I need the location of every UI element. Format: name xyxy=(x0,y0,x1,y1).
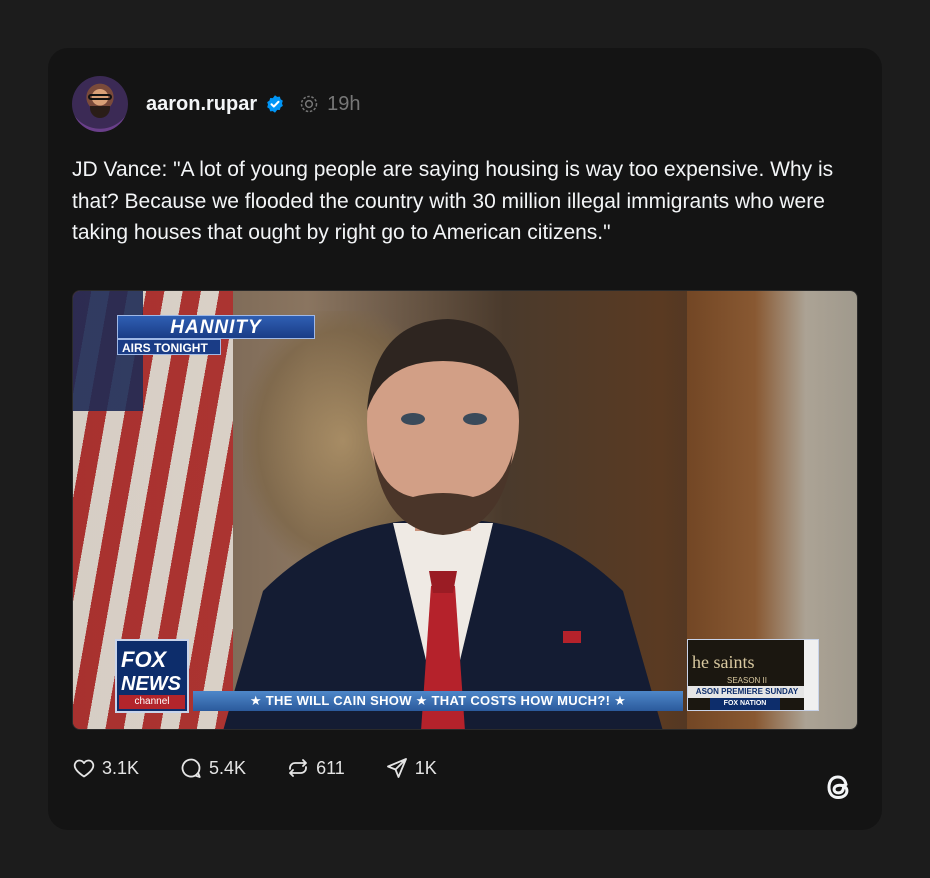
like-count: 3.1K xyxy=(102,757,140,778)
avatar[interactable] xyxy=(72,76,128,132)
promo-premiere: ASON PREMIERE SUNDAY xyxy=(688,686,806,698)
repost-count: 611 xyxy=(316,757,345,778)
share-button[interactable]: 1K xyxy=(385,756,437,780)
avatar-glasses xyxy=(88,94,112,100)
promo-side-strip xyxy=(804,640,818,710)
avatar-beard xyxy=(90,106,110,118)
saints-promo: he saints SEASON II ASON PREMIERE SUNDAY… xyxy=(687,639,819,711)
channel-logo-text: channel xyxy=(119,695,185,709)
news-logo-text: NEWS xyxy=(121,673,181,695)
username[interactable]: aaron.rupar xyxy=(146,93,257,116)
share-count: 1K xyxy=(414,757,437,778)
send-icon xyxy=(386,758,407,778)
like-button[interactable]: 3.1K xyxy=(72,756,139,780)
repost-button[interactable]: 611 xyxy=(286,756,345,780)
fox-logo-text: FOX xyxy=(121,647,167,672)
post-header: aaron.rupar 19h xyxy=(72,76,361,132)
repost-icon xyxy=(289,759,307,777)
promo-season: SEASON II xyxy=(726,676,767,685)
video-thumbnail[interactable]: HANNITY AIRS TONIGHT FOX NEWS channel ★ … xyxy=(72,290,858,730)
promo-title: he saints xyxy=(692,652,755,672)
reply-button[interactable]: 5.4K xyxy=(179,756,246,780)
thread-icon xyxy=(300,95,318,113)
hannity-promo-title: HANNITY xyxy=(117,315,315,339)
heart-icon xyxy=(73,759,95,778)
verified-badge-icon xyxy=(267,95,283,113)
reply-count: 5.4K xyxy=(209,757,247,778)
post-card: aaron.rupar 19h JD Vance: "A lot of youn… xyxy=(48,48,882,830)
speaker-figure xyxy=(223,319,663,729)
action-bar: 3.1K 5.4K 611 1K xyxy=(72,754,477,782)
post-time: 19h xyxy=(327,92,361,115)
threads-logo-icon xyxy=(827,775,849,800)
fox-news-logo: FOX NEWS channel xyxy=(115,639,189,713)
post-text: JD Vance: "A lot of young people are say… xyxy=(72,158,834,244)
show-ticker: ★ THE WILL CAIN SHOW ★ THAT COSTS HOW MU… xyxy=(193,691,683,711)
airs-tonight-label: AIRS TONIGHT xyxy=(117,339,221,355)
promo-network: FOX NATION xyxy=(710,698,780,710)
comment-icon xyxy=(181,758,201,778)
